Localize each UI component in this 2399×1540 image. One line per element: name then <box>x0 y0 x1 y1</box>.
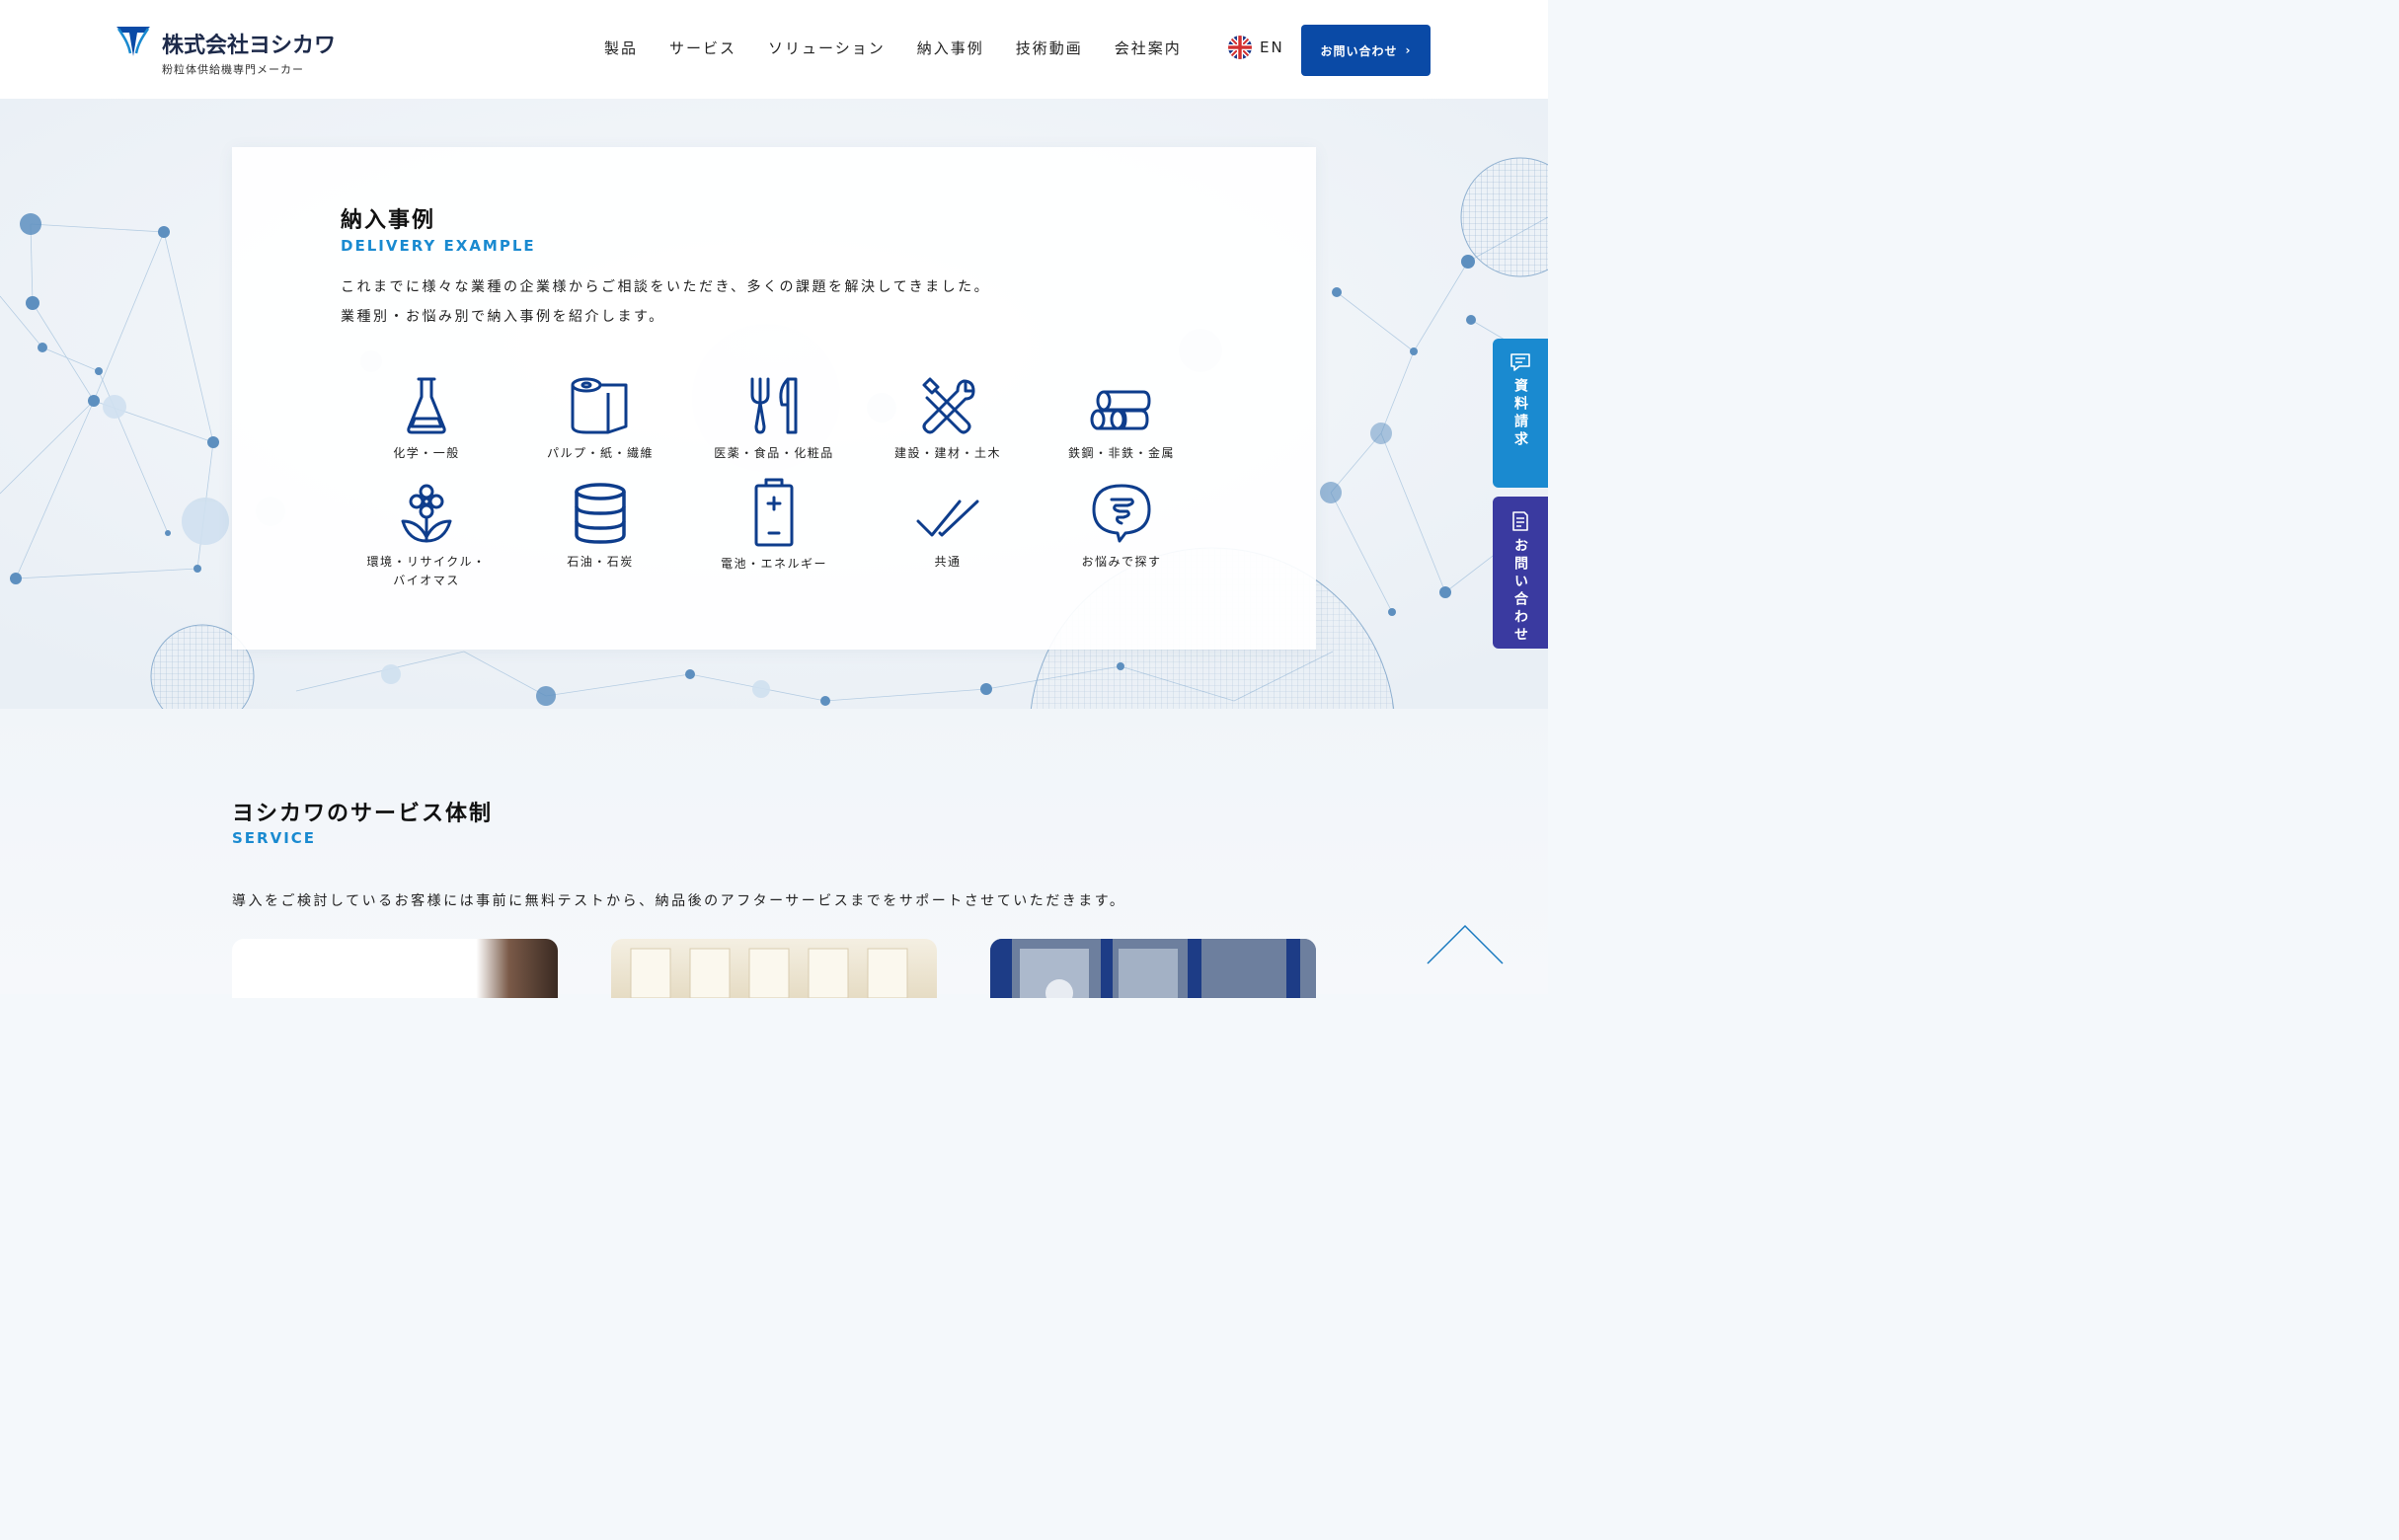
language-switch[interactable]: EN <box>1228 36 1284 59</box>
thought-bubble-icon <box>1092 484 1151 543</box>
category-construction[interactable]: 建設・建材・土木 <box>869 375 1027 463</box>
nav-item-company[interactable]: 会社案内 <box>1115 38 1182 58</box>
service-title: ヨシカワのサービス体制 <box>232 802 494 826</box>
category-label: 化学・一般 <box>393 446 460 460</box>
category-label: 電池・エネルギー <box>720 557 827 571</box>
category-label: 共通 <box>934 555 962 569</box>
inquiry-tab[interactable]: お問い合わせ <box>1493 497 1548 649</box>
category-label: 鉄鋼・非鉄・金属 <box>1067 446 1175 460</box>
steel-pipes-icon <box>1090 390 1151 430</box>
uk-flag-icon <box>1228 36 1252 59</box>
nav-item-solutions[interactable]: ソリューション <box>768 38 886 58</box>
contact-button-label: お問い合わせ <box>1320 43 1398 58</box>
chat-doc-icon <box>1510 353 1530 371</box>
main-nav: 製品 サービス ソリューション 納入事例 技術動画 会社案内 <box>604 38 1213 58</box>
factory-graphic <box>990 939 1316 998</box>
category-pulp[interactable]: パルプ・紙・繊維 <box>521 375 679 463</box>
category-chemical[interactable]: 化学・一般 <box>348 375 505 463</box>
oil-drum-icon <box>575 483 626 544</box>
category-common[interactable]: 共通 <box>869 482 1027 572</box>
category-label: パルプ・紙・繊維 <box>546 446 654 460</box>
document-request-tab[interactable]: 資料請求 <box>1493 339 1548 488</box>
logo-mark-icon <box>116 27 150 56</box>
category-oil-coal[interactable]: 石油・石炭 <box>521 482 679 572</box>
delivery-description-line1: これまでに様々な業種の企業様からご相談をいただき、多くの課題を解決してきました。 <box>341 279 991 295</box>
category-label: 医薬・食品・化粧品 <box>714 446 834 460</box>
battery-icon <box>754 478 794 547</box>
company-name: 株式会社ヨシカワ <box>162 34 337 58</box>
double-check-icon <box>916 500 979 537</box>
category-label: 建設・建材・土木 <box>893 446 1001 460</box>
nav-item-videos[interactable]: 技術動画 <box>1016 38 1083 58</box>
tools-icon <box>922 377 975 434</box>
category-label-line2: バイオマス <box>393 574 460 587</box>
site-header: 株式会社ヨシカワ 粉粒体供給機専門メーカー 製品 サービス ソリューション 納入… <box>0 0 1548 99</box>
delivery-example-card: 納入事例 DELIVERY EXAMPLE これまでに様々な業種の企業様からご相… <box>232 147 1316 650</box>
delivery-title: 納入事例 <box>341 208 436 233</box>
document-request-label: 資料請求 <box>1512 378 1528 449</box>
category-steel-metal[interactable]: 鉄鋼・非鉄・金属 <box>1043 375 1200 463</box>
category-concerns[interactable]: お悩みで探す <box>1043 482 1200 572</box>
language-label: EN <box>1260 38 1284 56</box>
logo[interactable]: 株式会社ヨシカワ 粉粒体供給機専門メーカー <box>115 22 336 77</box>
service-photo-test[interactable] <box>232 939 558 998</box>
nav-item-products[interactable]: 製品 <box>604 38 638 58</box>
category-battery-energy[interactable]: 電池・エネルギー <box>695 478 853 574</box>
form-icon <box>1512 511 1528 531</box>
service-description: 導入をご検討しているお客様には事前に無料テストから、納品後のアフターサービスまで… <box>232 893 1126 909</box>
service-photo-lab[interactable] <box>611 939 937 998</box>
lab-shelves-graphic <box>630 948 908 998</box>
category-label-line1: 環境・リサイクル・ <box>366 555 487 569</box>
flower-icon <box>401 484 452 543</box>
nav-item-services[interactable]: サービス <box>669 38 736 58</box>
company-tagline: 粉粒体供給機専門メーカー <box>162 63 304 76</box>
nav-item-delivery[interactable]: 納入事例 <box>917 38 984 58</box>
category-pharma-food[interactable]: 医薬・食品・化粧品 <box>695 375 853 463</box>
page-top-arrow-icon[interactable] <box>1426 924 1505 967</box>
delivery-subtitle: DELIVERY EXAMPLE <box>341 237 536 255</box>
flask-icon <box>407 377 446 434</box>
category-environment[interactable]: 環境・リサイクル・ バイオマス <box>348 482 505 590</box>
chevron-right-icon: › <box>1405 43 1412 57</box>
delivery-description-line2: 業種別・お悩み別で納入事例を紹介します。 <box>341 309 665 325</box>
inquiry-label: お問い合わせ <box>1512 538 1528 645</box>
category-label: お悩みで探す <box>1081 555 1162 569</box>
service-subtitle: SERVICE <box>232 829 317 847</box>
category-label: 石油・石炭 <box>567 555 634 569</box>
contact-button[interactable]: お問い合わせ › <box>1301 25 1431 76</box>
paper-roll-icon <box>571 377 628 434</box>
service-photo-factory[interactable] <box>990 939 1316 998</box>
fork-knife-icon <box>750 377 798 434</box>
